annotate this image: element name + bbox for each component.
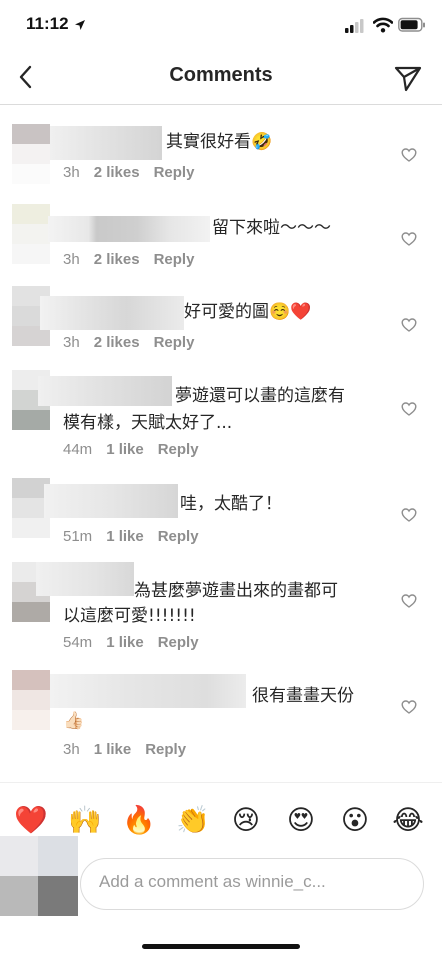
heart-outline-icon[interactable] [401, 593, 417, 609]
comment-text-line2: 模有樣，天賦太好了... [63, 413, 233, 433]
username-blurred[interactable] [50, 674, 246, 708]
username-blurred[interactable] [48, 216, 210, 242]
heart-outline-icon[interactable] [401, 231, 417, 247]
comment-text-line2: 以這麼可愛!!!!!!! [63, 606, 196, 626]
likes-count[interactable]: 1 like [106, 441, 144, 458]
comment-text: 哇，太酷了！ [180, 494, 282, 514]
username-blurred[interactable] [38, 376, 172, 406]
comment-time: 3h [63, 741, 80, 758]
comment-item: 為甚麼夢遊畫出來的畫都可 以這麼可愛!!!!!!! 54m 1 like Reply [0, 562, 442, 662]
emoji-laughing-button[interactable]: 😂 [390, 805, 426, 837]
comment-time: 3h [63, 334, 80, 351]
avatar [0, 836, 78, 916]
comment-meta: 51m 1 like Reply [63, 528, 213, 545]
emoji-heart-button[interactable]: ❤️ [13, 805, 49, 837]
likes-count[interactable]: 1 like [94, 741, 132, 758]
likes-count[interactable]: 1 like [106, 528, 144, 545]
comment-text: 留下來啦～～～ [212, 218, 331, 238]
thumbs-up-emoji: 👍🏻 [63, 711, 85, 731]
reply-button[interactable]: Reply [158, 634, 199, 651]
comment-text-line1: 夢遊還可以畫的這麼有 [175, 386, 345, 406]
comment-meta: 3h 1 like Reply [63, 741, 200, 758]
heart-outline-icon[interactable] [401, 699, 417, 715]
emoji-raised-hands-button[interactable]: 🙌 [67, 805, 103, 837]
likes-count[interactable]: 2 likes [94, 334, 140, 351]
home-indicator[interactable] [142, 944, 300, 949]
status-time: 11:12 [26, 14, 69, 33]
likes-count[interactable]: 2 likes [94, 251, 140, 268]
reply-button[interactable]: Reply [154, 251, 195, 268]
battery-icon [398, 17, 425, 32]
comment-meta: 44m 1 like Reply [63, 441, 213, 458]
paper-plane-icon[interactable] [393, 63, 423, 93]
avatar[interactable] [12, 670, 50, 730]
comment-time: 3h [63, 251, 80, 268]
location-arrow-icon [75, 20, 85, 30]
likes-count[interactable]: 1 like [106, 634, 144, 651]
avatar[interactable] [12, 204, 50, 264]
reply-button[interactable]: Reply [158, 528, 199, 545]
page-title: Comments [169, 64, 273, 86]
reply-button[interactable]: Reply [158, 441, 199, 458]
comment-meta: 3h 2 likes Reply [63, 334, 208, 351]
comment-time: 54m [63, 634, 93, 651]
emoji-clapping-button[interactable]: 👏 [175, 805, 211, 837]
username-blurred[interactable] [44, 484, 178, 518]
reply-button[interactable]: Reply [154, 334, 195, 351]
comment-text: 很有畫畫天份 [252, 686, 354, 706]
comment-meta: 54m 1 like Reply [63, 634, 213, 651]
comment-input[interactable] [97, 871, 401, 893]
cellular-signal-icon [345, 19, 364, 33]
heart-outline-icon[interactable] [401, 507, 417, 523]
heart-outline-icon[interactable] [401, 317, 417, 333]
comment-time: 3h [63, 164, 80, 181]
comment-input-row [0, 836, 442, 916]
comment-meta: 3h 2 likes Reply [63, 251, 208, 268]
reply-button[interactable]: Reply [145, 741, 186, 758]
comment-text-line1: 為甚麼夢遊畫出來的畫都可 [134, 581, 338, 601]
comment-item: 留下來啦～～～ 3h 2 likes Reply [0, 202, 442, 284]
comment-time: 44m [63, 441, 93, 458]
comment-text: 好可愛的圖☺️❤️ [184, 302, 312, 322]
emoji-surprised-button[interactable]: 😮 [337, 805, 373, 837]
comment-field[interactable] [80, 858, 424, 910]
heart-outline-icon[interactable] [401, 401, 417, 417]
avatar[interactable] [12, 124, 50, 184]
comment-item: 哇，太酷了！ 51m 1 like Reply [0, 478, 442, 560]
username-blurred[interactable] [36, 562, 134, 596]
comment-text: 其實很好看🤣 [166, 132, 273, 152]
emoji-crying-button[interactable]: 😢 [228, 805, 264, 837]
username-blurred[interactable] [40, 296, 184, 330]
likes-count[interactable]: 2 likes [94, 164, 140, 181]
reply-button[interactable]: Reply [154, 164, 195, 181]
heart-outline-icon[interactable] [401, 147, 417, 163]
wifi-icon [373, 17, 393, 33]
comment-item: 其實很好看🤣 3h 2 likes Reply [0, 118, 442, 200]
emoji-heart-eyes-button[interactable]: 😍 [283, 805, 319, 837]
comment-item: 好可愛的圖☺️❤️ 3h 2 likes Reply [0, 286, 442, 368]
status-bar: 11:12 [0, 0, 442, 52]
comment-meta: 3h 2 likes Reply [63, 164, 208, 181]
emoji-fire-button[interactable]: 🔥 [121, 805, 157, 837]
comment-time: 51m [63, 528, 93, 545]
comment-item: 夢遊還可以畫的這麼有 模有樣，天賦太好了... 44m 1 like Reply [0, 370, 442, 470]
comment-item: 很有畫畫天份 👍🏻 3h 1 like Reply [0, 670, 442, 770]
header: Comments [0, 52, 442, 105]
username-blurred[interactable] [50, 126, 162, 160]
